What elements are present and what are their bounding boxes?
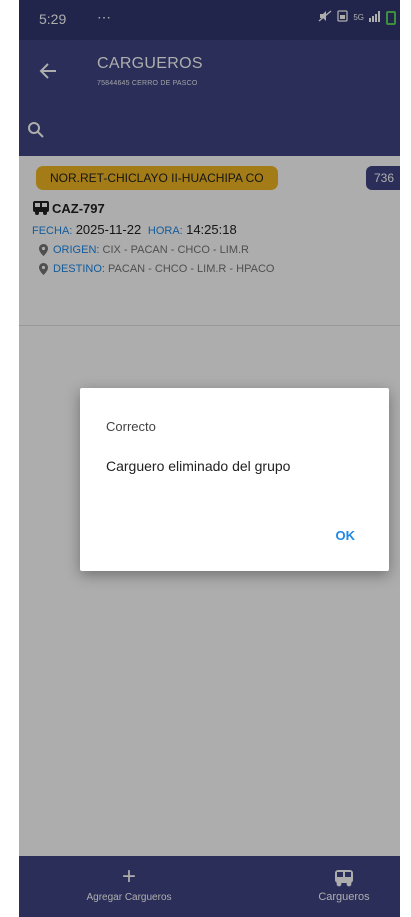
app-frame: 5:29 ⋯ 5G CARGUEROS 75844645 CERRO DE PA… <box>19 0 400 917</box>
right-gutter <box>400 0 411 917</box>
alert-dialog: Correcto Carguero eliminado del grupo OK <box>80 388 389 571</box>
ok-button[interactable]: OK <box>336 528 356 543</box>
screen: 5:29 ⋯ 5G CARGUEROS 75844645 CERRO DE PA… <box>0 0 411 917</box>
left-gutter <box>0 0 19 917</box>
dialog-title: Correcto <box>106 419 156 434</box>
dialog-message: Carguero eliminado del grupo <box>106 458 291 474</box>
